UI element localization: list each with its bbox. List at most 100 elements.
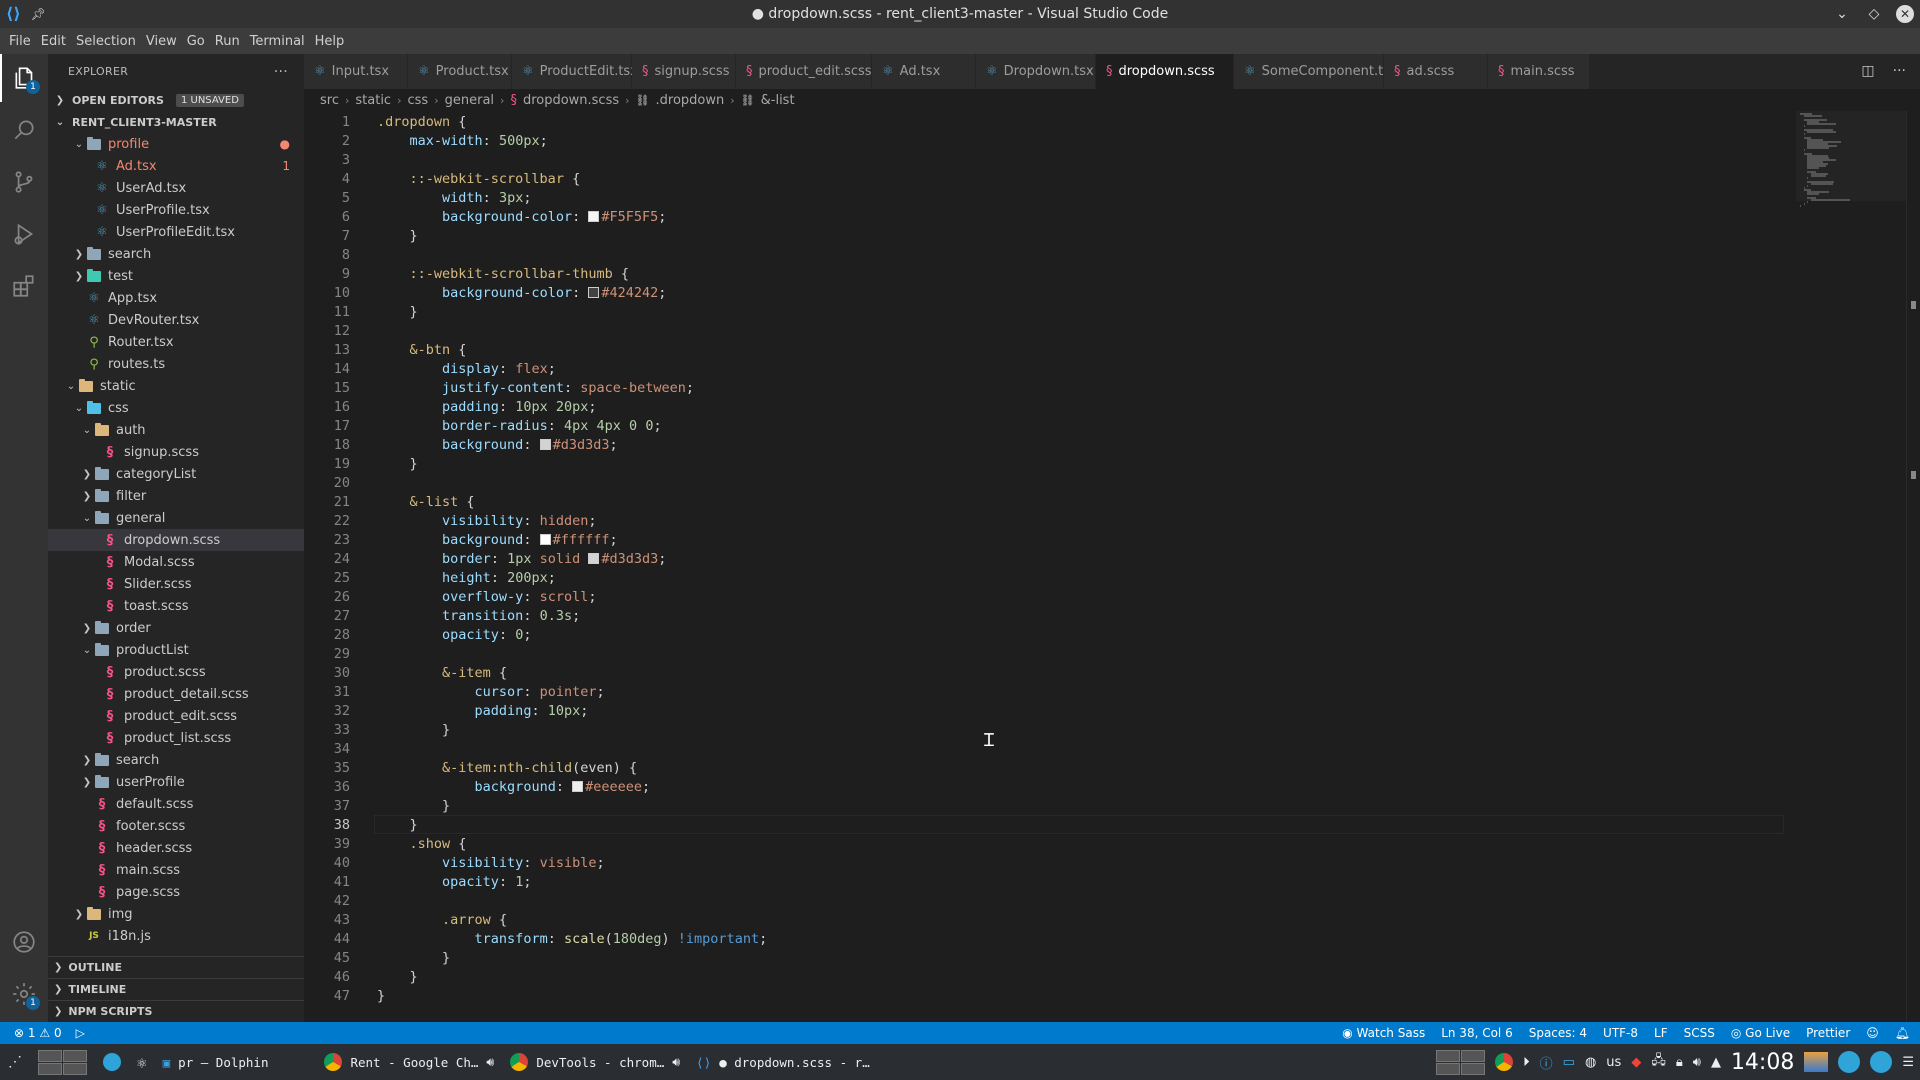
- keyboard-layout[interactable]: us: [1606, 1055, 1621, 1070]
- tree-item[interactable]: ❯ test: [48, 265, 304, 287]
- encoding[interactable]: UTF-8: [1603, 1026, 1638, 1040]
- color-swatch[interactable]: [572, 780, 584, 792]
- close-button[interactable]: ✕: [1896, 5, 1914, 23]
- tree-item[interactable]: ❯ search: [48, 749, 304, 771]
- minimap[interactable]: [1796, 111, 1906, 1022]
- tree-item[interactable]: ⌄ static: [48, 375, 304, 397]
- menu-go[interactable]: Go: [182, 34, 210, 49]
- tree-item[interactable]: ⚛ DevRouter.tsx: [48, 309, 304, 331]
- tree-item[interactable]: ❯ search: [48, 243, 304, 265]
- breadcrumb-item[interactable]: static: [355, 93, 391, 108]
- volume-icon[interactable]: 🔊︎: [1693, 1055, 1701, 1070]
- tree-item[interactable]: § toast.scss: [48, 595, 304, 617]
- menu-terminal[interactable]: Terminal: [245, 34, 310, 49]
- cursor-position[interactable]: Ln 38, Col 6: [1441, 1026, 1513, 1040]
- tree-item[interactable]: § product_list.scss: [48, 727, 304, 749]
- tree-item[interactable]: ⚲ routes.ts: [48, 353, 304, 375]
- task-devtools[interactable]: DevTools - chrom… 🔊︎: [502, 1044, 688, 1080]
- tree-item[interactable]: § dropdown.scss: [48, 529, 304, 551]
- project-root-section[interactable]: ⌄ RENT_CLIENT3-MASTER: [48, 111, 304, 133]
- breadcrumb-item[interactable]: dropdown.scss: [523, 93, 619, 108]
- tree-item[interactable]: ❯ filter: [48, 485, 304, 507]
- editor-tab[interactable]: § product_edit.scss: [736, 54, 872, 89]
- tree-item[interactable]: § Modal.scss: [48, 551, 304, 573]
- breadcrumb-item[interactable]: &-list: [761, 93, 795, 108]
- tree-item[interactable]: § product_edit.scss: [48, 705, 304, 727]
- clock[interactable]: 14:08: [1731, 1050, 1794, 1075]
- menu-edit[interactable]: Edit: [36, 34, 71, 49]
- tree-item[interactable]: ⌄ css: [48, 397, 304, 419]
- color-swatch[interactable]: [588, 552, 600, 564]
- chat-icon[interactable]: ▭: [1563, 1055, 1575, 1070]
- tree-item[interactable]: ❯ userProfile: [48, 771, 304, 793]
- breadcrumb-item[interactable]: .dropdown: [656, 93, 725, 108]
- hamburger-menu-icon[interactable]: ☰: [1902, 1055, 1914, 1070]
- tree-item[interactable]: ⚛ UserProfile.tsx: [48, 199, 304, 221]
- feedback-icon[interactable]: ☺: [1866, 1026, 1879, 1040]
- editor-tab[interactable]: § main.scss: [1488, 54, 1590, 89]
- tree-item[interactable]: ⌄ profile ●: [48, 133, 304, 155]
- source-control-icon[interactable]: [0, 158, 48, 206]
- tree-item[interactable]: § signup.scss: [48, 441, 304, 463]
- timeline-section[interactable]: ❯ TIMELINE: [48, 978, 304, 1000]
- tree-item[interactable]: ❯ categoryList: [48, 463, 304, 485]
- tree-item[interactable]: ⌄ auth: [48, 419, 304, 441]
- tree-item[interactable]: ❯ order: [48, 617, 304, 639]
- breadcrumb-item[interactable]: general: [445, 93, 494, 108]
- split-editor-icon[interactable]: ◫: [1861, 63, 1874, 79]
- info-icon[interactable]: ⓘ: [1540, 1053, 1553, 1072]
- minimize-button[interactable]: ⌄: [1832, 4, 1852, 24]
- tree-item[interactable]: § header.scss: [48, 837, 304, 859]
- end-of-line[interactable]: LF: [1654, 1026, 1668, 1040]
- pin-icon[interactable]: 📌︎: [31, 7, 46, 21]
- tree-item[interactable]: § page.scss: [48, 881, 304, 903]
- desktop-pager-right[interactable]: [1436, 1049, 1486, 1075]
- editor-tab[interactable]: § signup.scss: [632, 54, 736, 89]
- tree-item[interactable]: ⚛ UserProfileEdit.tsx: [48, 221, 304, 243]
- task-chrome-rent[interactable]: Rent - Google Ch… 🔊︎: [316, 1044, 502, 1080]
- globe-tray-icon-2[interactable]: [1870, 1051, 1893, 1073]
- tree-item[interactable]: ⚛ App.tsx: [48, 287, 304, 309]
- go-live-button[interactable]: ◎ Go Live: [1731, 1026, 1790, 1040]
- chrome-tray-icon[interactable]: [1495, 1053, 1514, 1071]
- globe-launcher-icon[interactable]: [95, 1044, 129, 1080]
- menu-run[interactable]: Run: [210, 34, 245, 49]
- npm-scripts-section[interactable]: ❯ NPM SCRIPTS: [48, 1000, 304, 1022]
- tree-item[interactable]: ⚲ Router.tsx: [48, 331, 304, 353]
- vpn-icon[interactable]: ◍: [1585, 1055, 1596, 1070]
- tree-item[interactable]: JS i18n.js: [48, 925, 304, 947]
- tree-item[interactable]: § product.scss: [48, 661, 304, 683]
- editor-tab[interactable]: ⚛ SomeComponent.tsx: [1234, 54, 1398, 89]
- menu-help[interactable]: Help: [310, 34, 350, 49]
- tree-item[interactable]: § Slider.scss: [48, 573, 304, 595]
- network-launcher-icon[interactable]: ⚛: [129, 1044, 155, 1080]
- tree-item[interactable]: § product_detail.scss: [48, 683, 304, 705]
- editor-tab[interactable]: ⚛ Product.tsx: [408, 54, 512, 89]
- desktop-pager[interactable]: [30, 1044, 95, 1080]
- task-vscode[interactable]: ⟨⟩ ● dropdown.scss - r…: [688, 1044, 878, 1080]
- indentation[interactable]: Spaces: 4: [1529, 1026, 1587, 1040]
- tree-item[interactable]: ⌄ general: [48, 507, 304, 529]
- editor-tab[interactable]: ⚛ Ad.tsx: [872, 54, 976, 89]
- watch-sass-button[interactable]: ◉ Watch Sass: [1342, 1026, 1425, 1040]
- globe-tray-icon[interactable]: [1838, 1051, 1861, 1073]
- breadcrumb-item[interactable]: css: [408, 93, 429, 108]
- problems-indicator[interactable]: ⊗ 1 ⚠ 0: [14, 1026, 62, 1040]
- open-editors-section[interactable]: ❯ OPEN EDITORS 1 UNSAVED: [48, 89, 304, 111]
- menu-file[interactable]: File: [4, 34, 36, 49]
- color-swatch[interactable]: [588, 286, 600, 298]
- editor-tab[interactable]: ⚛ Dropdown.tsx: [976, 54, 1096, 89]
- editor-tab[interactable]: § dropdown.scss: [1096, 54, 1234, 89]
- editor-tab[interactable]: ⚛ ProductEdit.tsx: [512, 54, 638, 89]
- color-swatch[interactable]: [539, 438, 551, 450]
- color-swatch[interactable]: [539, 533, 551, 545]
- tree-item[interactable]: § footer.scss: [48, 815, 304, 837]
- search-icon[interactable]: [0, 106, 48, 154]
- menu-selection[interactable]: Selection: [71, 34, 141, 49]
- outline-section[interactable]: ❯ OUTLINE: [48, 956, 304, 978]
- tray-expand-icon[interactable]: ▲: [1711, 1055, 1721, 1070]
- account-icon[interactable]: [0, 918, 48, 966]
- tree-item[interactable]: ⌄ productList: [48, 639, 304, 661]
- notifications-icon[interactable]: 🔔︎: [1895, 1026, 1910, 1040]
- language-mode[interactable]: SCSS: [1684, 1026, 1715, 1040]
